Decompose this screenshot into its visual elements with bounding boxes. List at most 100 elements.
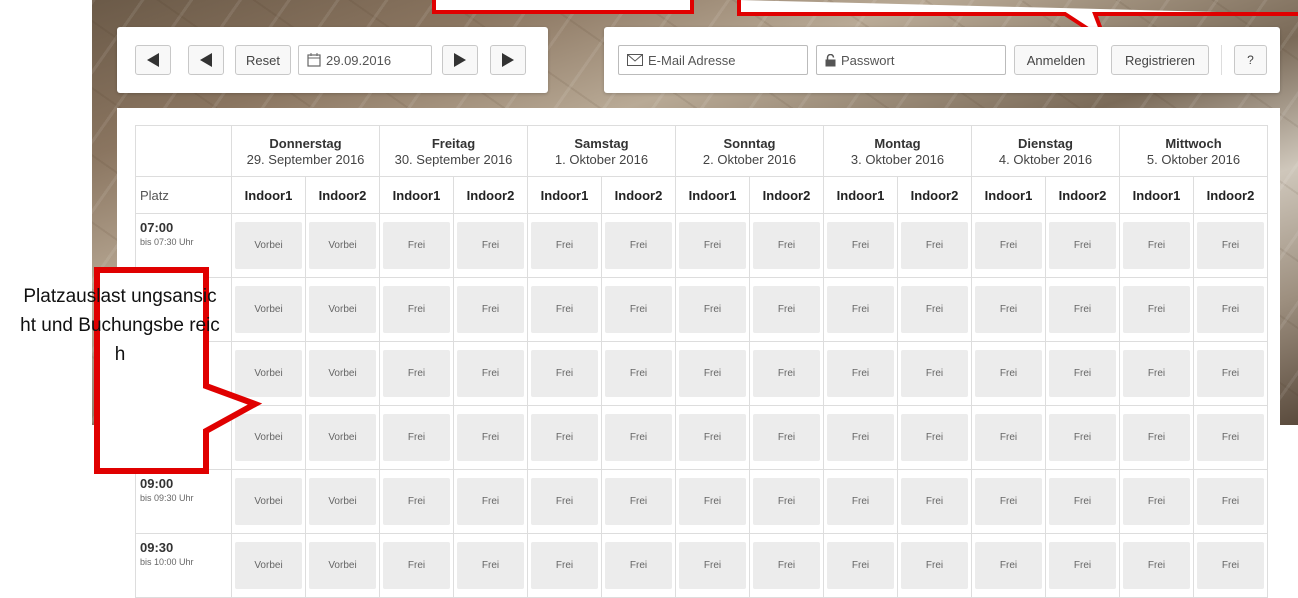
slot-free-button[interactable]: Frei xyxy=(901,414,968,461)
slot-free-button[interactable]: Frei xyxy=(753,478,820,525)
next-day-button[interactable] xyxy=(442,45,478,75)
slot-free-button[interactable]: Frei xyxy=(1197,286,1264,333)
slot-free-button[interactable]: Frei xyxy=(1123,542,1190,589)
slot-free-button[interactable]: Frei xyxy=(457,222,524,269)
slot-cell: Frei xyxy=(675,405,750,470)
slot-cell: Frei xyxy=(897,213,972,278)
slot-free-button[interactable]: Frei xyxy=(531,350,598,397)
slot-free-button[interactable]: Frei xyxy=(901,222,968,269)
slot-free-button[interactable]: Frei xyxy=(901,286,968,333)
slot-free-button[interactable]: Frei xyxy=(1197,414,1264,461)
day-header: Samstag 1. Oktober 2016 xyxy=(527,125,676,177)
slot-free-button[interactable]: Frei xyxy=(1049,350,1116,397)
slot-free-button[interactable]: Frei xyxy=(827,286,894,333)
slot-free-button[interactable]: Frei xyxy=(1197,542,1264,589)
slot-free-button[interactable]: Frei xyxy=(901,542,968,589)
prev-day-button[interactable] xyxy=(188,45,224,75)
slot-free-button[interactable]: Frei xyxy=(1123,350,1190,397)
slot-free-button[interactable]: Frei xyxy=(605,350,672,397)
login-button[interactable]: Anmelden xyxy=(1014,45,1098,75)
slot-free-button[interactable]: Frei xyxy=(975,478,1042,525)
slot-free-button[interactable]: Frei xyxy=(605,286,672,333)
slot-free-button[interactable]: Frei xyxy=(1197,222,1264,269)
slot-free-button[interactable]: Frei xyxy=(531,478,598,525)
slot-past: Vorbei xyxy=(309,542,376,589)
slot-free-button[interactable]: Frei xyxy=(531,222,598,269)
slot-free-button[interactable]: Frei xyxy=(457,414,524,461)
next-week-button[interactable] xyxy=(490,45,526,75)
slot-cell: Frei xyxy=(527,405,602,470)
slot-free-button[interactable]: Frei xyxy=(1197,350,1264,397)
slot-free-button[interactable]: Frei xyxy=(383,222,450,269)
court-header: Indoor1 xyxy=(1119,176,1194,214)
slot-free-button[interactable]: Frei xyxy=(827,478,894,525)
slot-free-button[interactable]: Frei xyxy=(901,478,968,525)
slot-free-button[interactable]: Frei xyxy=(975,222,1042,269)
slot-free-button[interactable]: Frei xyxy=(605,542,672,589)
slot-free-button[interactable]: Frei xyxy=(457,542,524,589)
slot-free-button[interactable]: Frei xyxy=(1049,414,1116,461)
slot-free-button[interactable]: Frei xyxy=(383,414,450,461)
slot-free-button[interactable]: Frei xyxy=(383,286,450,333)
help-button[interactable]: ? xyxy=(1234,45,1267,75)
slot-free-button[interactable]: Frei xyxy=(1123,414,1190,461)
slot-free-button[interactable]: Frei xyxy=(531,542,598,589)
slot-free-button[interactable]: Frei xyxy=(605,478,672,525)
slot-free-button[interactable]: Frei xyxy=(901,350,968,397)
slot-free-button[interactable]: Frei xyxy=(531,414,598,461)
slot-free-button[interactable]: Frei xyxy=(753,414,820,461)
reset-button[interactable]: Reset xyxy=(235,45,291,75)
slot-free-button[interactable]: Frei xyxy=(383,350,450,397)
slot-free-button[interactable]: Frei xyxy=(679,478,746,525)
slot-cell: Frei xyxy=(527,469,602,534)
slot-free-button[interactable]: Frei xyxy=(975,542,1042,589)
slot-free-button[interactable]: Frei xyxy=(1049,222,1116,269)
slot-free-button[interactable]: Frei xyxy=(1049,286,1116,333)
slot-free-button[interactable]: Frei xyxy=(975,350,1042,397)
slot-free-button[interactable]: Frei xyxy=(1123,222,1190,269)
slot-free-button[interactable]: Frei xyxy=(827,350,894,397)
slot-cell: Frei xyxy=(1119,405,1194,470)
slot-free-button[interactable]: Frei xyxy=(679,542,746,589)
slot-free-button[interactable]: Frei xyxy=(1049,542,1116,589)
prev-week-button[interactable] xyxy=(135,45,171,75)
day-date: 30. September 2016 xyxy=(394,151,513,167)
slot-free-button[interactable]: Frei xyxy=(1123,478,1190,525)
slot-free-button[interactable]: Frei xyxy=(605,414,672,461)
slot-free-button[interactable]: Frei xyxy=(1049,478,1116,525)
slot-free-button[interactable]: Frei xyxy=(457,478,524,525)
court-header: Indoor2 xyxy=(601,176,676,214)
slot-free-button[interactable]: Frei xyxy=(975,286,1042,333)
slot-free-button[interactable]: Frei xyxy=(531,286,598,333)
slot-free-button[interactable]: Frei xyxy=(753,222,820,269)
slot-cell: Frei xyxy=(601,469,676,534)
slot-cell: Frei xyxy=(527,213,602,278)
slot-cell: Vorbei xyxy=(305,277,380,342)
email-field[interactable]: E-Mail Adresse xyxy=(618,45,808,75)
slot-free-button[interactable]: Frei xyxy=(975,414,1042,461)
slot-free-button[interactable]: Frei xyxy=(605,222,672,269)
slot-free-button[interactable]: Frei xyxy=(753,286,820,333)
slot-free-button[interactable]: Frei xyxy=(1123,286,1190,333)
register-button[interactable]: Registrieren xyxy=(1111,45,1209,75)
slot-free-button[interactable]: Frei xyxy=(1197,478,1264,525)
slot-free-button[interactable]: Frei xyxy=(679,350,746,397)
slot-free-button[interactable]: Frei xyxy=(383,542,450,589)
slot-free-button[interactable]: Frei xyxy=(827,414,894,461)
slot-free-button[interactable]: Frei xyxy=(383,478,450,525)
slot-free-button[interactable]: Frei xyxy=(827,542,894,589)
slot-free-button[interactable]: Frei xyxy=(457,286,524,333)
slot-cell: Frei xyxy=(1193,341,1268,406)
slot-past: Vorbei xyxy=(309,222,376,269)
slot-free-button[interactable]: Frei xyxy=(753,542,820,589)
slot-free-button[interactable]: Frei xyxy=(679,222,746,269)
slot-cell: Frei xyxy=(379,213,454,278)
slot-free-button[interactable]: Frei xyxy=(753,350,820,397)
slot-free-button[interactable]: Frei xyxy=(679,414,746,461)
slot-free-button[interactable]: Frei xyxy=(827,222,894,269)
password-field[interactable]: Passwort xyxy=(816,45,1006,75)
slot-free-button[interactable]: Frei xyxy=(457,350,524,397)
slot-free-button[interactable]: Frei xyxy=(679,286,746,333)
date-input[interactable]: 29.09.2016 xyxy=(298,45,432,75)
platz-label: Platz xyxy=(135,176,232,214)
